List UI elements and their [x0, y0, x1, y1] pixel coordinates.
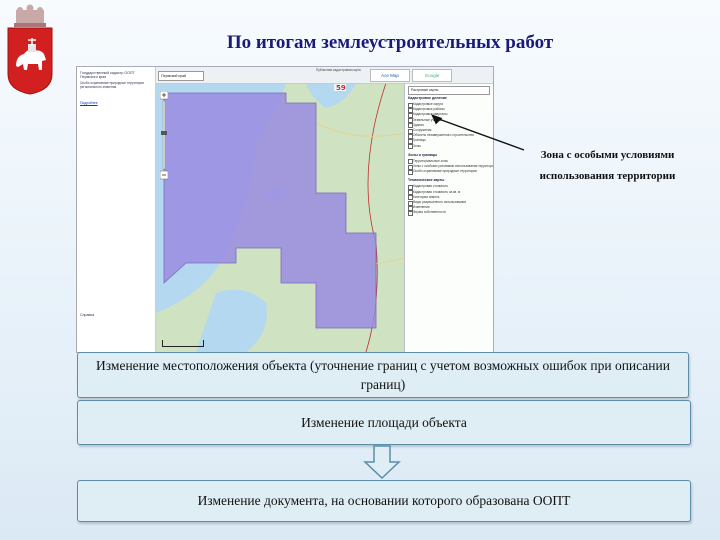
layer-item[interactable]: Категории земель — [413, 195, 439, 199]
pointer-arrow-icon — [431, 114, 525, 151]
layer-item[interactable]: Изменения — [413, 205, 430, 209]
flow-step-3: Изменение документа, на основании которо… — [77, 480, 691, 522]
left-panel-title: Государственный кадастр ООПТ Пермского к… — [80, 71, 135, 79]
layer-item[interactable]: Кадастровая стоимость — [413, 184, 448, 188]
layer-select[interactable]: Растровые карты — [408, 86, 490, 95]
left-panel-link[interactable]: Подробнее — [80, 101, 98, 105]
callout-text: Зона с особыми условиями использования т… — [520, 145, 695, 187]
layer-item[interactable]: Виды разрешенного использования — [413, 200, 466, 204]
layer-section-heading: Кадастровое деление — [408, 96, 447, 100]
callout-line-1: Зона с особыми условиями — [540, 149, 675, 161]
flow-step-2: Изменение площади объекта — [77, 400, 691, 445]
layer-item[interactable]: Зоны с особыми условиями использования т… — [413, 164, 493, 168]
region-select[interactable]: Пермский край — [158, 71, 204, 81]
app-left-panel: Государственный кадастр ООПТ Пермского к… — [77, 67, 156, 352]
left-panel-info: Особо охраняемые природные территории ре… — [80, 81, 145, 89]
callout-line-2: использования территории — [539, 170, 676, 182]
layer-section-heading: Тематические карты — [408, 178, 445, 183]
zoom-control[interactable] — [160, 91, 168, 181]
google-button[interactable]: Google — [412, 69, 452, 82]
layer-item[interactable]: Форма собственности — [413, 210, 446, 214]
layer-item[interactable]: Особо охраняемые природные территории — [413, 169, 477, 173]
layer-item[interactable]: Кадастровая стоимость за кв. м — [413, 190, 460, 194]
parcel-number-label: 59 — [336, 84, 346, 92]
ace-map-button[interactable]: Ace Map — [370, 69, 410, 82]
flow-step-1: Изменение местоположения объекта (уточне… — [77, 352, 689, 398]
scale-bar — [162, 340, 204, 347]
map-toolbar: Пермский край Публичная кадастровая карт… — [156, 67, 493, 84]
slide-title: По итогам землеустроительных работ — [226, 32, 554, 53]
coat-of-arms-icon — [7, 4, 53, 95]
layer-item[interactable]: Кадастровые округа — [413, 102, 443, 106]
left-panel-footer[interactable]: Справка — [80, 313, 94, 317]
down-arrow-icon — [363, 445, 401, 479]
portal-note: Публичная кадастровая карта — [316, 68, 361, 72]
